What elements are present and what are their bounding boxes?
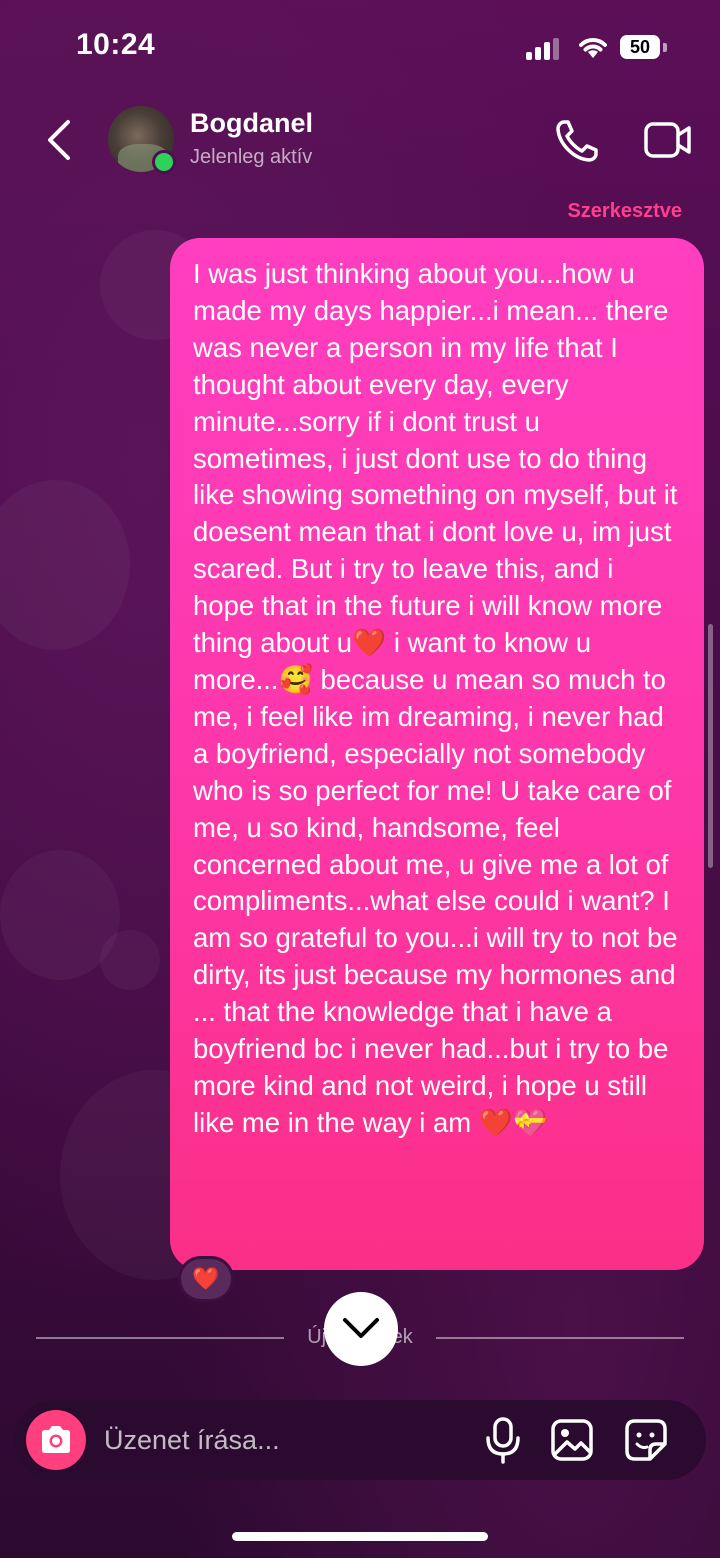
divider-line [436,1337,684,1339]
background-heart-decoration [0,480,130,650]
gallery-icon[interactable] [550,1418,594,1462]
phone-icon[interactable] [554,118,600,164]
divider-line [36,1337,284,1339]
status-time: 10:24 [76,28,156,61]
scroll-to-bottom-button[interactable] [324,1292,398,1366]
cellular-signal-icon [526,36,562,60]
contact-status: Jelenleg aktív [190,146,313,168]
message-reaction[interactable]: ❤️ [178,1256,234,1302]
chevron-down-icon [343,1318,379,1338]
battery-tip-icon [663,43,667,52]
background-heart-decoration [100,930,160,990]
video-camera-icon[interactable] [644,120,692,160]
scrollbar[interactable] [708,624,713,868]
battery-level: 50 [620,35,660,59]
microphone-icon[interactable] [484,1416,522,1464]
status-bar: 10:24 50 [0,0,720,96]
contact-name[interactable]: Bogdanel [190,108,313,139]
online-indicator [152,150,176,174]
message-bubble[interactable]: I was just thinking about you...how u ma… [170,238,704,1270]
camera-button[interactable] [26,1410,86,1470]
home-indicator[interactable] [232,1532,488,1541]
edited-label: Szerkesztve [567,200,682,222]
back-chevron-icon[interactable] [44,118,74,162]
wifi-icon [579,38,607,58]
camera-icon [42,1426,70,1453]
message-input[interactable] [104,1420,464,1460]
sticker-icon[interactable] [624,1418,668,1462]
